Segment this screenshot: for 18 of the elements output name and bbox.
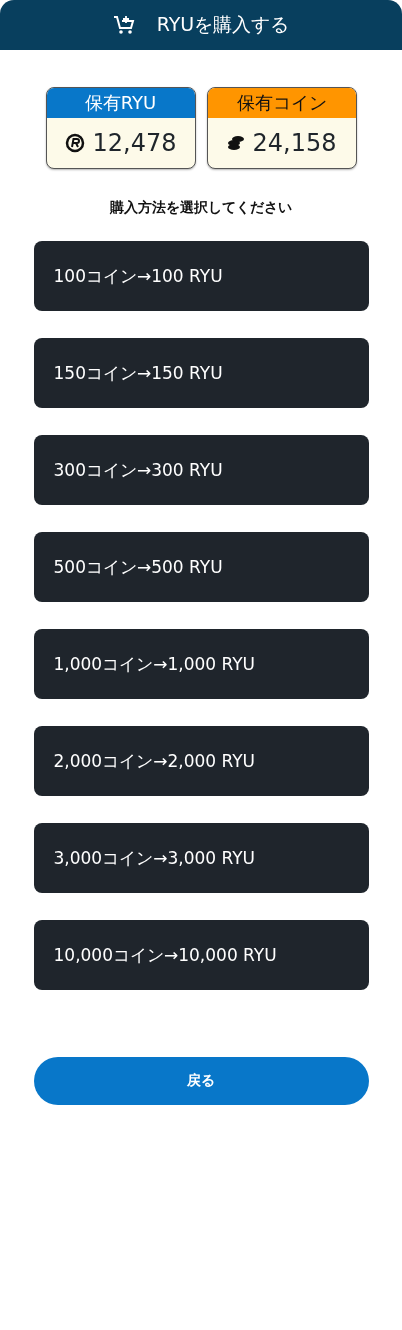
back-button[interactable]: 戻る [33, 1057, 369, 1105]
balance-value: 12,478 [92, 129, 177, 157]
purchase-option-button[interactable]: 2,000コイン→2,000 RYU [33, 726, 369, 796]
balance-label: 保有RYU [46, 88, 195, 118]
purchase-option-button[interactable]: 100コイン→100 RYU [33, 241, 369, 311]
purchase-option-button[interactable]: 500コイン→500 RYU [33, 532, 369, 602]
purchase-option-button[interactable]: 150コイン→150 RYU [33, 338, 369, 408]
cart-icon [112, 15, 135, 35]
balance-label: 保有コイン [207, 88, 356, 118]
purchase-option-button[interactable]: 10,000コイン→10,000 RYU [33, 920, 369, 990]
balance-value: 24,158 [252, 129, 337, 157]
coin-stack-icon [226, 135, 245, 151]
purchase-option-button[interactable]: 300コイン→300 RYU [33, 435, 369, 505]
purchase-option-button[interactable]: 3,000コイン→3,000 RYU [33, 823, 369, 893]
page-title: RYUを購入する [156, 12, 290, 37]
r-coin-icon [64, 133, 85, 153]
instruction-text: 購入方法を選択してください [110, 199, 292, 217]
purchase-option-button[interactable]: 1,000コイン→1,000 RYU [33, 629, 369, 699]
